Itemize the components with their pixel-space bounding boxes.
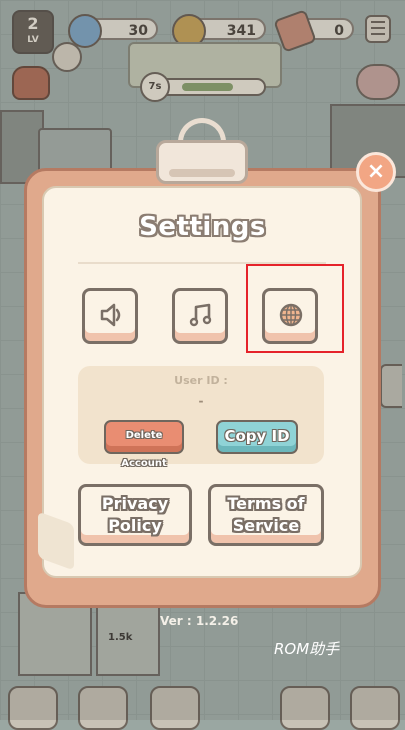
user-id-value: - (198, 394, 204, 408)
copy-id-button[interactable]: Copy ID (216, 420, 298, 454)
terms-of-service-button[interactable]: Terms of Service (208, 484, 324, 546)
sound-toggle-button[interactable] (82, 288, 138, 344)
watermark: ROM助手 (274, 640, 340, 658)
settings-title: Settings (139, 212, 266, 242)
delete-account-button[interactable]: Delete Account (104, 420, 184, 469)
terms-label-line2: Service (232, 516, 300, 535)
music-toggle-button[interactable] (172, 288, 228, 344)
privacy-label-line1: Privacy (101, 494, 169, 513)
version-label: Ver : 1.2.26 (160, 614, 239, 628)
clipboard-clip-icon (156, 140, 248, 184)
close-button[interactable]: × (356, 152, 396, 192)
privacy-policy-button[interactable]: Privacy Policy (78, 484, 192, 546)
music-note-icon (189, 303, 212, 327)
speaker-icon (100, 303, 121, 327)
user-id-label: User ID : (174, 374, 228, 387)
privacy-label-line2: Policy (108, 516, 162, 535)
close-icon: × (366, 159, 386, 184)
highlight-box (246, 264, 344, 353)
terms-label-line1: Terms of (227, 494, 305, 513)
